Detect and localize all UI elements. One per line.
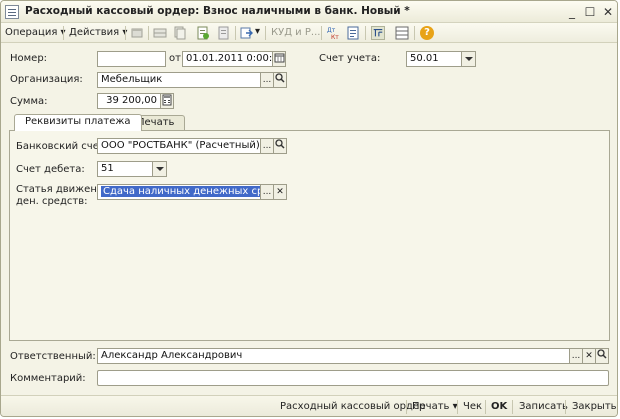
journal-icon[interactable] [395, 26, 409, 40]
bank-account-label: Банковский счет: [16, 141, 109, 152]
movements-icon[interactable]: Дт Кт [327, 26, 341, 40]
statusbar-divider [406, 400, 407, 414]
operation-label: Операция [5, 27, 58, 38]
svg-text:Кт: Кт [331, 34, 339, 40]
print-menu[interactable]: Печать ▾ [412, 401, 458, 412]
cashflow-select-button[interactable]: ... [261, 184, 274, 200]
unpost-document-icon[interactable] [217, 26, 231, 40]
organization-label: Организация: [10, 74, 83, 85]
receipt-button[interactable]: Чек [463, 401, 482, 412]
print-label: Печать [412, 401, 450, 412]
copy-icon[interactable] [173, 26, 187, 40]
document-name-button[interactable]: Расходный кассовый ордер [280, 401, 425, 412]
structure-icon[interactable] [371, 26, 385, 40]
date-field[interactable]: 01.01.2011 0:00:00 [182, 51, 273, 67]
debit-account-dropdown-button[interactable] [153, 161, 167, 177]
account-label: Счет учета: [319, 53, 381, 64]
close-form-button[interactable]: Закрыть [572, 401, 617, 412]
comment-label: Комментарий: [10, 373, 86, 384]
toolbar-divider [125, 26, 126, 40]
search-icon[interactable] [274, 72, 287, 88]
statusbar-divider [457, 400, 458, 414]
kud-button[interactable]: КУД и Р... [271, 27, 320, 38]
debit-account-field[interactable]: 51 [97, 161, 153, 177]
search-icon[interactable] [274, 138, 287, 154]
close-button[interactable]: ✕ [600, 4, 616, 20]
cashflow-item-field[interactable]: Сдача наличных денежных средств в [97, 184, 261, 200]
toolbar-divider [235, 26, 236, 40]
toolbar-divider [265, 26, 266, 40]
statusbar-divider [512, 400, 513, 414]
sum-label: Сумма: [10, 96, 48, 107]
toolbar-divider [365, 26, 366, 40]
statusbar-divider [565, 400, 566, 414]
comment-field[interactable] [97, 370, 609, 386]
based-on-icon[interactable] [240, 26, 254, 40]
cashflow-item-value: Сдача наличных денежных средств в [101, 186, 260, 197]
chevron-down-icon[interactable]: ▾ [255, 26, 260, 37]
clear-icon[interactable]: ✕ [583, 348, 596, 364]
clear-icon[interactable]: ✕ [274, 184, 287, 200]
organization-field[interactable]: Мебельщик [97, 72, 261, 88]
report-icon[interactable] [346, 26, 360, 40]
add-row-icon[interactable] [130, 26, 144, 40]
toolbar-divider [414, 26, 415, 40]
statusbar-divider [485, 400, 486, 414]
toolbar-divider [321, 26, 322, 40]
maximize-button[interactable]: ☐ [582, 4, 598, 20]
bank-account-field[interactable]: ООО "РОСТБАНК" (Расчетный) [97, 138, 261, 154]
responsible-select-button[interactable]: ... [570, 348, 583, 364]
debit-account-label: Счет дебета: [16, 164, 85, 175]
calendar-icon[interactable] [273, 51, 286, 67]
sum-field[interactable]: 39 200,00 [97, 93, 161, 109]
tab-payment-details[interactable]: Реквизиты платежа [14, 114, 142, 131]
toolbar-divider [148, 26, 149, 40]
ok-button[interactable]: OK [491, 401, 507, 412]
operation-menu[interactable]: Операция ▾ [5, 27, 66, 38]
organization-select-button[interactable]: ... [261, 72, 274, 88]
status-bar: Расходный кассовый ордер Печать ▾ Чек OK… [1, 395, 617, 416]
title-bar: Расходный кассовый ордер: Взнос наличным… [1, 1, 617, 23]
save-button[interactable]: Записать [519, 401, 568, 412]
account-field[interactable]: 50.01 [406, 51, 462, 67]
post-document-icon[interactable] [196, 26, 210, 40]
number-field[interactable] [97, 51, 166, 67]
toolbar-divider [63, 26, 64, 40]
responsible-field[interactable]: Александр Александрович [97, 348, 570, 364]
actions-label: Действия [69, 27, 120, 38]
window-title: Расходный кассовый ордер: Взнос наличным… [25, 5, 410, 17]
toolbar: Операция ▾ Действия ▾ [1, 23, 617, 43]
table-icon[interactable] [153, 26, 167, 40]
number-label: Номер: [10, 53, 48, 64]
cashflow-label-line1: Статья движения [16, 184, 110, 195]
calculator-icon[interactable] [161, 93, 174, 109]
minimize-button[interactable]: _ [564, 4, 580, 20]
document-window: Расходный кассовый ордер: Взнос наличным… [0, 0, 618, 417]
document-icon [5, 5, 19, 19]
help-icon[interactable]: ? [420, 26, 434, 40]
actions-menu[interactable]: Действия ▾ [69, 27, 127, 38]
svg-text:Дт: Дт [327, 27, 336, 34]
bank-account-select-button[interactable]: ... [261, 138, 274, 154]
search-icon[interactable] [596, 348, 609, 364]
responsible-label: Ответственный: [10, 351, 96, 362]
account-dropdown-button[interactable] [462, 51, 476, 67]
cashflow-label-line2: ден. средств: [16, 196, 88, 207]
